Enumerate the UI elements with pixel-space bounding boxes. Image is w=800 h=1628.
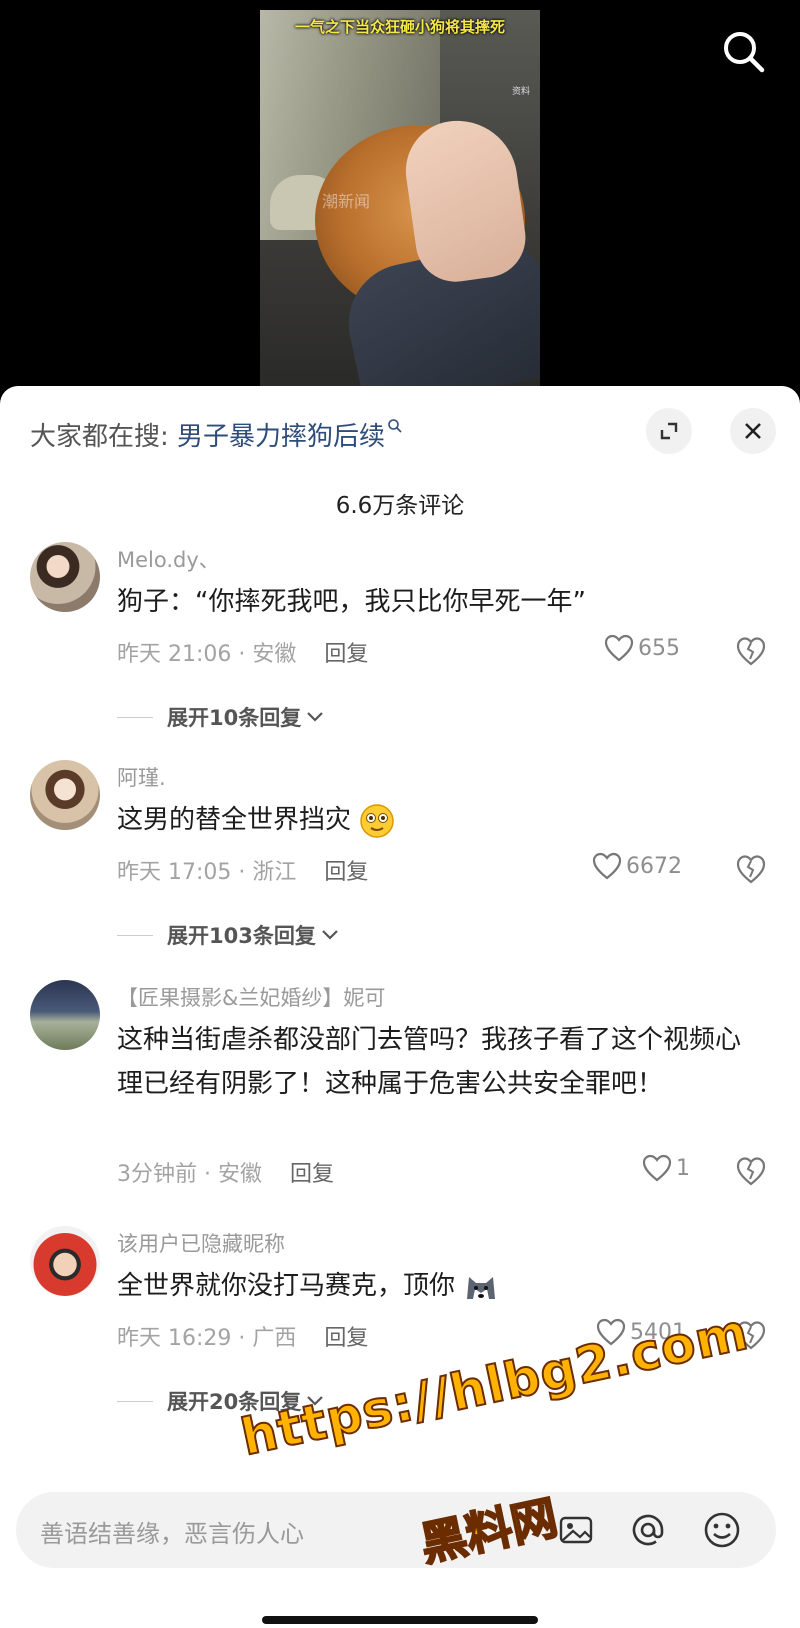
comment-meta: 昨天 17:05 · 浙江 回复 — [117, 854, 368, 886]
comment-author[interactable]: 阿瑾. — [117, 762, 166, 792]
search-suggestion[interactable]: 大家都在搜: 男子暴力摔狗后续 — [30, 416, 403, 453]
comment-time: 昨天 21:06 · 安徽 — [117, 642, 297, 667]
comment-text-content: 全世界就你没打马赛克，顶你 — [117, 1271, 456, 1301]
video-caption: 一气之下当众狂砸小狗将其摔死 — [294, 18, 505, 36]
expand-divider — [117, 716, 153, 718]
reply-button[interactable]: 回复 — [290, 1162, 334, 1187]
like-count: 1 — [676, 1155, 690, 1181]
search-suggestion-prefix: 大家都在搜: — [30, 422, 178, 452]
avatar[interactable] — [30, 760, 100, 830]
broken-heart-icon[interactable] — [735, 853, 767, 885]
expand-button[interactable] — [646, 408, 692, 454]
reply-button[interactable]: 回复 — [324, 860, 368, 885]
flushed-emoji-icon — [360, 803, 395, 838]
comment-input[interactable]: 善语结善缘，恶言伤人心 — [40, 1514, 304, 1549]
expand-divider — [117, 1400, 153, 1402]
reply-button[interactable]: 回复 — [324, 642, 368, 667]
comment-text-content: 这男的替全世界挡灾 — [117, 805, 352, 835]
search-icon[interactable] — [720, 28, 768, 76]
comment-text: 这男的替全世界挡灾 — [117, 798, 767, 842]
comment-text: 狗子：“你摔死我吧，我只比你早死一年” — [117, 587, 586, 617]
heart-icon — [592, 852, 622, 880]
broken-heart-icon[interactable] — [735, 635, 767, 667]
search-suggestion-keyword[interactable]: 男子暴力摔狗后续 — [177, 422, 385, 452]
video-frame[interactable]: 一气之下当众狂砸小狗将其摔死 潮新闻 资料 — [260, 10, 540, 386]
like-button[interactable]: 1 — [642, 1154, 690, 1182]
close-button[interactable] — [730, 408, 776, 454]
at-icon[interactable] — [628, 1510, 668, 1550]
like-button[interactable]: 655 — [604, 634, 680, 662]
avatar[interactable] — [30, 542, 100, 612]
small-search-icon — [388, 419, 402, 433]
video-player[interactable]: 一气之下当众狂砸小狗将其摔死 潮新闻 资料 — [0, 0, 800, 400]
comment-time: 昨天 16:29 · 广西 — [117, 1326, 297, 1351]
chevron-down-icon — [322, 930, 338, 940]
comment-text: 全世界就你没打马赛克，顶你 — [117, 1264, 767, 1308]
comment-time: 3分钟前 · 安徽 — [117, 1162, 262, 1187]
expand-replies[interactable]: 展开103条回复 — [117, 920, 340, 950]
like-button[interactable]: 6672 — [592, 852, 682, 880]
avatar[interactable] — [30, 1226, 100, 1296]
video-tag: 资料 — [511, 87, 530, 97]
expand-replies-label: 展开103条回复 — [167, 924, 316, 948]
video-watermark: 潮新闻 — [322, 192, 371, 211]
comment-input-bar[interactable]: 善语结善缘，恶言伤人心 — [16, 1492, 776, 1568]
comment-author[interactable]: 【匠果摄影&兰妃婚纱】妮可 — [117, 982, 385, 1012]
comment-meta: 昨天 16:29 · 广西 回复 — [117, 1320, 368, 1352]
expand-icon — [660, 422, 678, 440]
heart-icon — [642, 1154, 672, 1182]
reply-button[interactable]: 回复 — [324, 1326, 368, 1351]
expand-divider — [117, 934, 153, 936]
expand-replies-label: 展开10条回复 — [167, 706, 302, 730]
home-indicator[interactable] — [262, 1616, 538, 1624]
heart-icon — [604, 634, 634, 662]
chevron-down-icon — [307, 712, 324, 722]
avatar[interactable] — [30, 980, 100, 1050]
like-count: 655 — [638, 635, 680, 661]
comment-meta: 3分钟前 · 安徽 回复 — [117, 1156, 334, 1188]
broken-heart-icon[interactable] — [735, 1155, 767, 1187]
comment-author[interactable]: Melo.dy、 — [117, 544, 220, 574]
comment-sheet: 大家都在搜: 男子暴力摔狗后续 6.6万条评论 Melo.dy、 狗子：“你摔死… — [0, 386, 800, 1628]
close-icon — [745, 423, 761, 439]
smile-icon[interactable] — [702, 1510, 742, 1550]
comment-text: 这种当街虐杀都没部门去管吗？我孩子看了这个视频心理已经有阴影了！这种属于危害公共… — [117, 1025, 742, 1099]
comment-count: 6.6万条评论 — [335, 493, 465, 519]
comment-author[interactable]: 该用户已隐藏昵称 — [117, 1228, 285, 1258]
expand-replies[interactable]: 展开10条回复 — [117, 702, 325, 732]
comment-meta: 昨天 21:06 · 安徽 回复 — [117, 636, 368, 668]
husky-emoji-icon — [467, 1276, 496, 1299]
like-count: 6672 — [626, 853, 682, 879]
comment-time: 昨天 17:05 · 浙江 — [117, 860, 297, 885]
